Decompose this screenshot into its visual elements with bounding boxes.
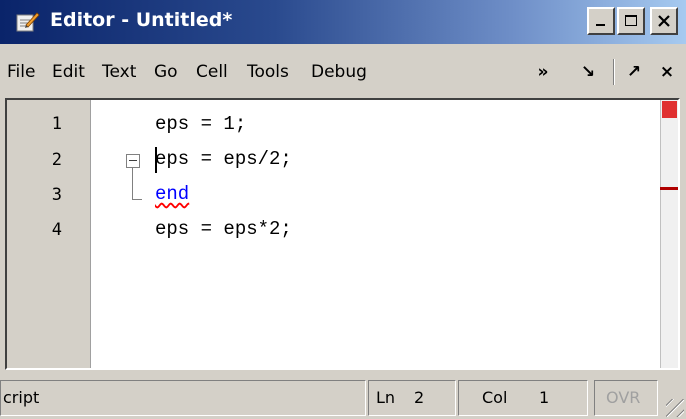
line-number-gutter: 1 2 3 4	[7, 100, 91, 368]
menu-text[interactable]: Text	[102, 62, 136, 82]
line-number: 4	[51, 220, 62, 240]
minimize-button[interactable]	[587, 7, 615, 35]
menu-tools[interactable]: Tools	[247, 62, 289, 82]
column-value: 1	[539, 388, 550, 407]
error-indicator[interactable]	[662, 101, 677, 118]
error-marker[interactable]	[660, 187, 678, 190]
maximize-button[interactable]	[617, 7, 645, 35]
code-line-3-keyword[interactable]: end	[155, 183, 189, 205]
column-field: Col 1	[458, 380, 588, 416]
resize-grip-icon[interactable]	[666, 399, 684, 417]
window-title: Editor - Untitled*	[50, 9, 233, 31]
close-button[interactable]	[650, 7, 678, 35]
menu-bar: File Edit Text Go Cell Tools Debug » ↘ ↗…	[0, 47, 686, 93]
undock-icon[interactable]: ↗	[623, 61, 645, 83]
code-line-4[interactable]: eps = eps*2;	[155, 218, 292, 240]
line-field: Ln 2	[368, 380, 456, 416]
fold-guide-end	[132, 199, 142, 200]
more-menus-icon[interactable]: »	[532, 61, 554, 83]
line-label: Ln	[376, 388, 396, 407]
title-bar[interactable]: Editor - Untitled*	[0, 0, 686, 44]
menu-file[interactable]: File	[7, 62, 35, 82]
status-mode: cript	[3, 388, 40, 407]
text-cursor	[155, 147, 157, 173]
code-line-1[interactable]: eps = 1;	[155, 113, 246, 135]
code-editor[interactable]: 1 2 3 4 eps = 1; eps = eps/2; end eps = …	[5, 98, 680, 370]
line-number: 1	[51, 114, 62, 134]
fold-collapse-icon[interactable]	[126, 154, 140, 168]
menu-edit[interactable]: Edit	[52, 62, 85, 82]
menu-cell[interactable]: Cell	[196, 62, 228, 82]
overwrite-field: OVR	[594, 380, 658, 416]
menu-debug[interactable]: Debug	[311, 62, 367, 82]
menu-go[interactable]: Go	[154, 62, 178, 82]
close-document-icon[interactable]: ×	[656, 61, 678, 83]
editor-window: Editor - Untitled* File Edit Text Go Cel…	[0, 0, 686, 419]
column-label: Col	[482, 388, 508, 407]
overwrite-indicator: OVR	[606, 388, 641, 407]
code-line-2[interactable]: eps = eps/2;	[155, 148, 292, 170]
menu-separator	[613, 59, 615, 85]
editor-icon	[16, 11, 40, 33]
status-mode-field: cript	[0, 380, 366, 416]
dock-icon[interactable]: ↘	[577, 61, 599, 83]
code-area[interactable]: eps = 1; eps = eps/2; end eps = eps*2;	[91, 100, 660, 368]
line-number: 2	[51, 150, 62, 170]
status-bar: cript Ln 2 Col 1 OVR	[0, 378, 686, 419]
line-value: 2	[414, 388, 425, 407]
message-bar[interactable]	[660, 100, 678, 368]
line-number: 3	[51, 185, 62, 205]
fold-guide-line	[132, 168, 133, 200]
